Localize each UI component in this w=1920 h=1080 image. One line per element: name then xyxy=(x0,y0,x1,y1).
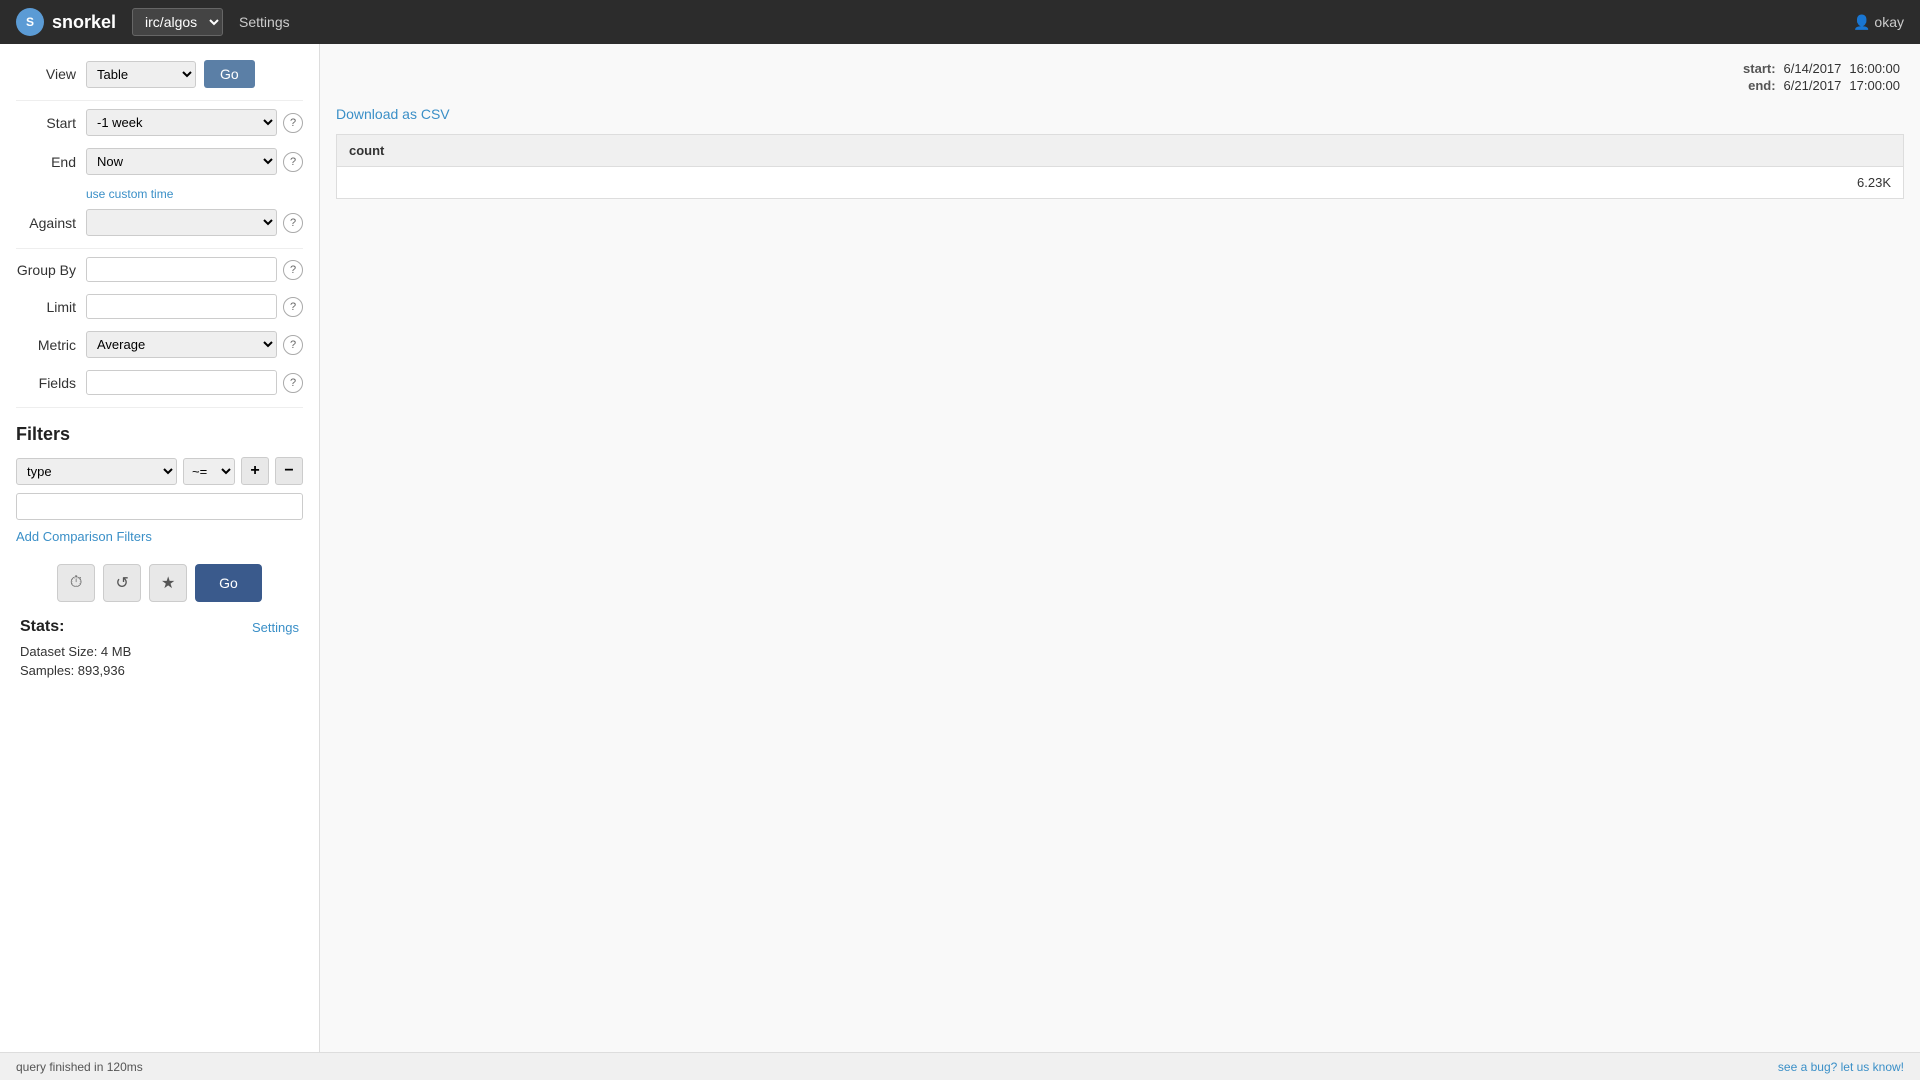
filter-row-1: type ~= + − xyxy=(16,457,303,485)
workspace-select[interactable]: irc/algos xyxy=(132,8,223,36)
layout: View Table Go Start -1 week ? End Now xyxy=(0,44,1920,1080)
metric-label: Metric xyxy=(16,337,76,353)
end-label-main: end: xyxy=(1739,77,1780,94)
end-date: 6/21/2017 xyxy=(1780,77,1846,94)
divider-3 xyxy=(16,407,303,408)
start-label: Start xyxy=(16,115,76,131)
group-by-input[interactable] xyxy=(86,257,277,282)
end-select[interactable]: Now xyxy=(86,148,277,175)
start-label-main: start: xyxy=(1739,60,1780,77)
stats-section: Stats: Settings Dataset Size: 4 MB Sampl… xyxy=(16,618,303,678)
refresh-button[interactable]: ↺ xyxy=(103,564,141,602)
main-header: start: 6/14/2017 16:00:00 end: 6/21/2017… xyxy=(336,60,1904,94)
metric-help-button[interactable]: ? xyxy=(283,335,303,355)
bottom-bar: query finished in 120ms see a bug? let u… xyxy=(0,1052,1920,1080)
group-by-control xyxy=(86,257,277,282)
topnav-left: S snorkel irc/algos Settings xyxy=(16,8,290,36)
divider-2 xyxy=(16,248,303,249)
dataset-size: Dataset Size: 4 MB xyxy=(20,644,299,659)
fields-input[interactable] xyxy=(86,370,277,395)
start-date: 6/14/2017 xyxy=(1780,60,1846,77)
filters-title: Filters xyxy=(16,424,303,445)
user-icon: 👤 xyxy=(1853,14,1870,31)
limit-control xyxy=(86,294,277,319)
end-control: Now xyxy=(86,148,277,175)
data-table: count 6.23K xyxy=(336,134,1904,199)
filter-remove-button[interactable]: − xyxy=(275,457,303,485)
metric-control: Average xyxy=(86,331,277,358)
refresh-icon: ↺ xyxy=(115,573,128,593)
bottom-buttons: ⏱ ↺ ★ Go xyxy=(16,564,303,602)
app-logo: S snorkel xyxy=(16,8,116,36)
history-button[interactable]: ⏱ xyxy=(57,564,95,602)
group-by-label: Group By xyxy=(16,262,76,278)
against-row: Against ? xyxy=(16,209,303,236)
sidebar: View Table Go Start -1 week ? End Now xyxy=(0,44,320,1080)
time-info: start: 6/14/2017 16:00:00 end: 6/21/2017… xyxy=(1739,60,1904,94)
logo-icon: S xyxy=(16,8,44,36)
against-help-button[interactable]: ? xyxy=(283,213,303,233)
samples: Samples: 893,936 xyxy=(20,663,299,678)
star-icon: ★ xyxy=(161,573,175,593)
fields-control xyxy=(86,370,277,395)
stats-title: Stats: xyxy=(20,618,64,636)
group-by-help-button[interactable]: ? xyxy=(283,260,303,280)
start-control: -1 week xyxy=(86,109,277,136)
view-row: View Table Go xyxy=(16,60,303,88)
filter-op-select[interactable]: ~= xyxy=(183,458,235,485)
bug-report-link[interactable]: see a bug? let us know! xyxy=(1778,1060,1904,1074)
fields-help-button[interactable]: ? xyxy=(283,373,303,393)
start-row: Start -1 week ? xyxy=(16,109,303,136)
end-row: End Now ? xyxy=(16,148,303,175)
user-name: okay xyxy=(1874,14,1904,30)
settings-link[interactable]: Settings xyxy=(239,14,290,30)
main-content: start: 6/14/2017 16:00:00 end: 6/21/2017… xyxy=(320,44,1920,1080)
filter-field-select[interactable]: type xyxy=(16,458,177,485)
limit-help-button[interactable]: ? xyxy=(283,297,303,317)
start-select[interactable]: -1 week xyxy=(86,109,277,136)
metric-select[interactable]: Average xyxy=(86,331,277,358)
count-header: count xyxy=(337,135,1904,167)
start-time: 16:00:00 xyxy=(1845,60,1904,77)
filter-value-input[interactable] xyxy=(16,493,303,520)
view-label: View xyxy=(16,66,76,82)
limit-row: Limit ? xyxy=(16,294,303,319)
use-custom-time-link[interactable]: use custom time xyxy=(86,187,303,201)
against-label: Against xyxy=(16,215,76,231)
start-help-button[interactable]: ? xyxy=(283,113,303,133)
history-icon: ⏱ xyxy=(70,574,82,592)
group-by-row: Group By ? xyxy=(16,257,303,282)
topnav: S snorkel irc/algos Settings 👤 okay xyxy=(0,0,1920,44)
view-select[interactable]: Table xyxy=(86,61,196,88)
query-info: query finished in 120ms xyxy=(16,1060,143,1074)
fields-row: Fields ? xyxy=(16,370,303,395)
app-name: snorkel xyxy=(52,12,116,33)
count-value: 6.23K xyxy=(337,167,1904,199)
stats-header: Stats: Settings xyxy=(20,618,299,636)
stats-settings-link[interactable]: Settings xyxy=(252,620,299,635)
end-help-button[interactable]: ? xyxy=(283,152,303,172)
limit-input[interactable] xyxy=(86,294,277,319)
table-row: 6.23K xyxy=(337,167,1904,199)
filter-add-button[interactable]: + xyxy=(241,457,269,485)
add-comparison-link[interactable]: Add Comparison Filters xyxy=(16,529,152,544)
limit-label: Limit xyxy=(16,299,76,315)
fields-label: Fields xyxy=(16,375,76,391)
metric-row: Metric Average ? xyxy=(16,331,303,358)
star-button[interactable]: ★ xyxy=(149,564,187,602)
go-button-top[interactable]: Go xyxy=(204,60,255,88)
end-label: End xyxy=(16,154,76,170)
against-control xyxy=(86,209,277,236)
user-menu: 👤 okay xyxy=(1853,14,1904,31)
download-csv-link[interactable]: Download as CSV xyxy=(336,106,1904,122)
divider-1 xyxy=(16,100,303,101)
go-button-bottom[interactable]: Go xyxy=(195,564,262,602)
end-time: 17:00:00 xyxy=(1845,77,1904,94)
against-select[interactable] xyxy=(86,209,277,236)
